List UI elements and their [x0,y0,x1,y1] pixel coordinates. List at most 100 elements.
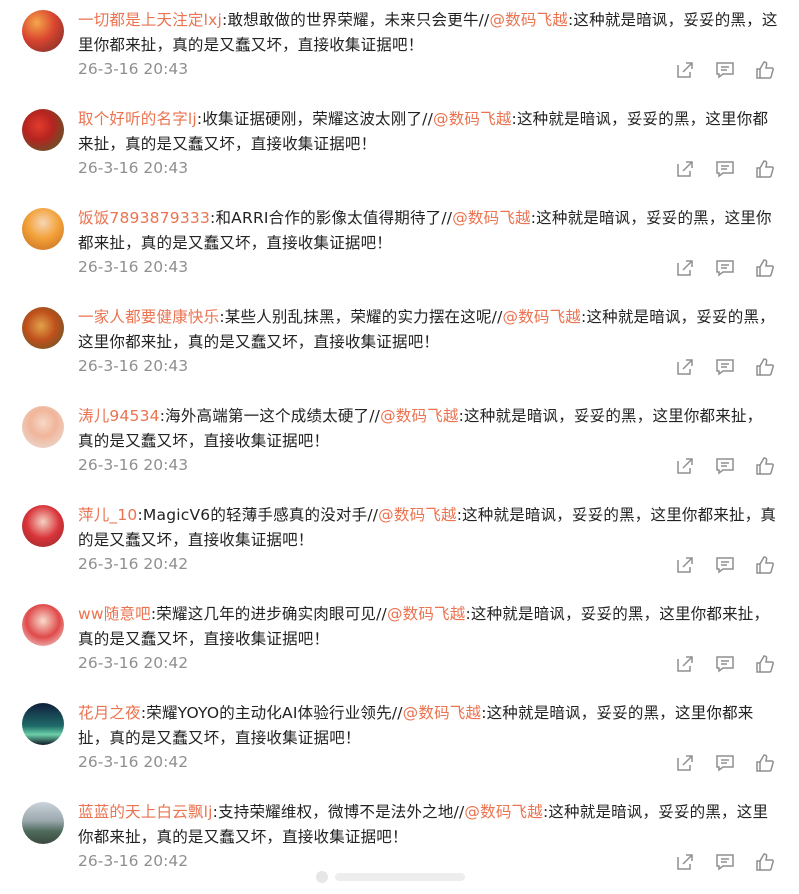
comment-actions [675,357,775,379]
comment-body: 荣耀这几年的进步确实肉眼可见// [156,605,387,623]
comment-body: 收集证据硬刚，荣耀这波太刚了// [202,110,434,128]
comment-actions [675,456,775,478]
avatar[interactable] [22,604,64,646]
comment-item: 取个好听的名字lj:收集证据硬刚，荣耀这波太刚了//@数码飞越:这种就是暗讽，妥… [0,99,799,198]
comment-actions [675,258,775,280]
comment-text: 萍儿_10:MagicV6的轻薄手感真的没对手//@数码飞越:这种就是暗讽，妥妥… [78,503,778,553]
comment-actions [675,159,775,181]
comment-icon[interactable] [715,159,735,179]
like-icon[interactable] [755,555,775,575]
comment-item: 萍儿_10:MagicV6的轻薄手感真的没对手//@数码飞越:这种就是暗讽，妥妥… [0,495,799,594]
timestamp: 26-3-16 20:43 [78,456,189,474]
timestamp: 26-3-16 20:42 [78,555,189,573]
timestamp: 26-3-16 20:42 [78,654,189,672]
comment-body: 和ARRI合作的影像太值得期待了// [215,209,453,227]
share-icon[interactable] [675,753,695,773]
comment-item: 涛儿94534:海外高端第一这个成绩太硬了//@数码飞越:这种就是暗讽，妥妥的黑… [0,396,799,495]
comment-actions [675,654,775,676]
like-icon[interactable] [755,258,775,278]
comment-item: ww随意吧:荣耀这几年的进步确实肉眼可见//@数码飞越:这种就是暗讽，妥妥的黑，… [0,594,799,693]
like-icon[interactable] [755,357,775,377]
comment-body: 某些人别乱抹黑，荣耀的实力摆在这呢// [224,308,503,326]
comment-actions [675,555,775,577]
mention-link[interactable]: @数码飞越 [489,11,568,29]
mention-link[interactable]: @数码飞越 [464,803,543,821]
watermark [316,871,465,883]
comment-icon[interactable] [715,753,735,773]
share-icon[interactable] [675,555,695,575]
comment-actions [675,60,775,82]
like-icon[interactable] [755,654,775,674]
comment-text: 涛儿94534:海外高端第一这个成绩太硬了//@数码飞越:这种就是暗讽，妥妥的黑… [78,404,778,454]
comment-icon[interactable] [715,357,735,377]
share-icon[interactable] [675,258,695,278]
avatar[interactable] [22,802,64,844]
comment-body: 敢想敢做的世界荣耀，未来只会更牛// [227,11,490,29]
comment-body: 海外高端第一这个成绩太硬了// [165,407,381,425]
avatar[interactable] [22,505,64,547]
timestamp: 26-3-16 20:42 [78,852,189,870]
timestamp: 26-3-16 20:43 [78,159,189,177]
like-icon[interactable] [755,456,775,476]
mention-link[interactable]: @数码飞越 [503,308,582,326]
avatar[interactable] [22,703,64,745]
comment-icon[interactable] [715,654,735,674]
comment-icon[interactable] [715,60,735,80]
timestamp: 26-3-16 20:42 [78,753,189,771]
username-link[interactable]: 涛儿94534 [78,407,160,425]
timestamp: 26-3-16 20:43 [78,357,189,375]
comment-text: 花月之夜:荣耀YOYO的主动化AI体验行业领先//@数码飞越:这种就是暗讽，妥妥… [78,701,778,751]
avatar[interactable] [22,406,64,448]
username-link[interactable]: 一切都是上天注定lxj [78,11,222,29]
comment-body: 支持荣耀维权，微博不是法外之地// [218,803,465,821]
comment-item: 花月之夜:荣耀YOYO的主动化AI体验行业领先//@数码飞越:这种就是暗讽，妥妥… [0,693,799,792]
comment-item: 一切都是上天注定lxj:敢想敢做的世界荣耀，未来只会更牛//@数码飞越:这种就是… [0,0,799,99]
comment-text: 一家人都要健康快乐:某些人别乱抹黑，荣耀的实力摆在这呢//@数码飞越:这种就是暗… [78,305,778,355]
mention-link[interactable]: @数码飞越 [387,605,466,623]
comment-icon[interactable] [715,258,735,278]
share-icon[interactable] [675,852,695,872]
comment-actions [675,852,775,874]
avatar[interactable] [22,307,64,349]
like-icon[interactable] [755,159,775,179]
username-link[interactable]: 一家人都要健康快乐 [78,308,219,326]
username-link[interactable]: 饭饭7893879333 [78,209,210,227]
comment-body: 荣耀YOYO的主动化AI体验行业领先// [146,704,403,722]
mention-link[interactable]: @数码飞越 [380,407,459,425]
timestamp: 26-3-16 20:43 [78,258,189,276]
share-icon[interactable] [675,456,695,476]
share-icon[interactable] [675,159,695,179]
comment-icon[interactable] [715,555,735,575]
comment-text: 取个好听的名字lj:收集证据硬刚，荣耀这波太刚了//@数码飞越:这种就是暗讽，妥… [78,107,778,157]
mention-link[interactable]: @数码飞越 [452,209,531,227]
comment-text: ww随意吧:荣耀这几年的进步确实肉眼可见//@数码飞越:这种就是暗讽，妥妥的黑，… [78,602,778,652]
mention-link[interactable]: @数码飞越 [433,110,512,128]
share-icon[interactable] [675,654,695,674]
comment-actions [675,753,775,775]
comment-text: 一切都是上天注定lxj:敢想敢做的世界荣耀，未来只会更牛//@数码飞越:这种就是… [78,8,778,58]
comment-body: MagicV6的轻薄手感真的没对手// [142,506,379,524]
username-link[interactable]: 萍儿_10 [78,506,137,524]
mention-link[interactable]: @数码飞越 [403,704,482,722]
like-icon[interactable] [755,753,775,773]
username-link[interactable]: 花月之夜 [78,704,141,722]
like-icon[interactable] [755,852,775,872]
username-link[interactable]: 取个好听的名字lj [78,110,197,128]
username-link[interactable]: 蓝蓝的天上白云飘lj [78,803,213,821]
share-icon[interactable] [675,357,695,377]
comment-item: 一家人都要健康快乐:某些人别乱抹黑，荣耀的实力摆在这呢//@数码飞越:这种就是暗… [0,297,799,396]
timestamp: 26-3-16 20:43 [78,60,189,78]
comment-icon[interactable] [715,852,735,872]
avatar[interactable] [22,10,64,52]
username-link[interactable]: ww随意吧 [78,605,151,623]
comment-item: 饭饭7893879333:和ARRI合作的影像太值得期待了//@数码飞越:这种就… [0,198,799,297]
comment-text: 饭饭7893879333:和ARRI合作的影像太值得期待了//@数码飞越:这种就… [78,206,778,256]
like-icon[interactable] [755,60,775,80]
comment-text: 蓝蓝的天上白云飘lj:支持荣耀维权，微博不是法外之地//@数码飞越:这种就是暗讽… [78,800,778,850]
share-icon[interactable] [675,60,695,80]
mention-link[interactable]: @数码飞越 [378,506,457,524]
comment-list: 一切都是上天注定lxj:敢想敢做的世界荣耀，未来只会更牛//@数码飞越:这种就是… [0,0,799,891]
avatar[interactable] [22,208,64,250]
avatar[interactable] [22,109,64,151]
comment-icon[interactable] [715,456,735,476]
